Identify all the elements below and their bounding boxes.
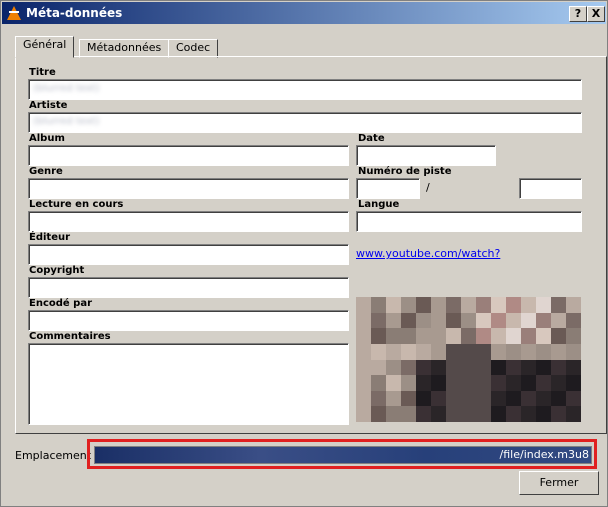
- title-bar[interactable]: Méta-données ? X: [2, 2, 606, 24]
- emplacement-label: Emplacement :: [15, 449, 99, 462]
- lecture-field[interactable]: [28, 211, 349, 232]
- close-button[interactable]: X: [587, 6, 605, 22]
- emplacement-highlight: /file/index.m3u8: [87, 439, 597, 469]
- tab-general[interactable]: Général: [15, 36, 75, 58]
- fermer-button[interactable]: Fermer: [519, 471, 599, 495]
- encode-par-label: Encodé par: [29, 298, 93, 309]
- artiste-field[interactable]: (blurred text): [28, 112, 582, 133]
- copyright-label: Copyright: [29, 265, 85, 276]
- window-title: Méta-données: [26, 6, 123, 20]
- langue-field[interactable]: [356, 211, 582, 232]
- editeur-field[interactable]: [28, 244, 349, 265]
- help-button[interactable]: ?: [569, 6, 587, 22]
- track-total-field[interactable]: [519, 178, 582, 199]
- commentaires-textarea[interactable]: [28, 343, 349, 425]
- metadata-dialog: Méta-données ? X Général Métadonnées Cod…: [0, 0, 608, 507]
- album-field[interactable]: [28, 145, 349, 166]
- track-separator: /: [426, 181, 430, 194]
- editeur-label: Éditeur: [29, 232, 71, 243]
- lecture-label: Lecture en cours: [29, 199, 124, 210]
- copyright-field[interactable]: [28, 277, 349, 298]
- numero-piste-label: Numéro de piste: [358, 166, 452, 177]
- track-number-field[interactable]: [356, 178, 420, 199]
- date-label: Date: [358, 133, 385, 144]
- titre-value: (blurred text): [33, 83, 100, 94]
- emplacement-value: /file/index.m3u8: [499, 448, 589, 461]
- date-field[interactable]: [356, 145, 496, 166]
- encode-par-field[interactable]: [28, 310, 349, 331]
- artiste-value: (blurred text): [33, 116, 100, 127]
- titre-field[interactable]: (blurred text): [28, 79, 582, 100]
- vlc-cone-icon: [7, 6, 21, 20]
- langue-label: Langue: [358, 199, 400, 210]
- artwork-image: [356, 297, 581, 422]
- album-label: Album: [29, 133, 65, 144]
- genre-field[interactable]: [28, 178, 349, 199]
- artiste-label: Artiste: [29, 100, 68, 111]
- titre-label: Titre: [29, 67, 56, 78]
- commentaires-label: Commentaires: [29, 331, 111, 342]
- genre-label: Genre: [29, 166, 63, 177]
- url-link[interactable]: www.youtube.com/watch?: [356, 247, 500, 260]
- emplacement-field[interactable]: /file/index.m3u8: [94, 446, 592, 464]
- fermer-label: Fermer: [539, 476, 579, 489]
